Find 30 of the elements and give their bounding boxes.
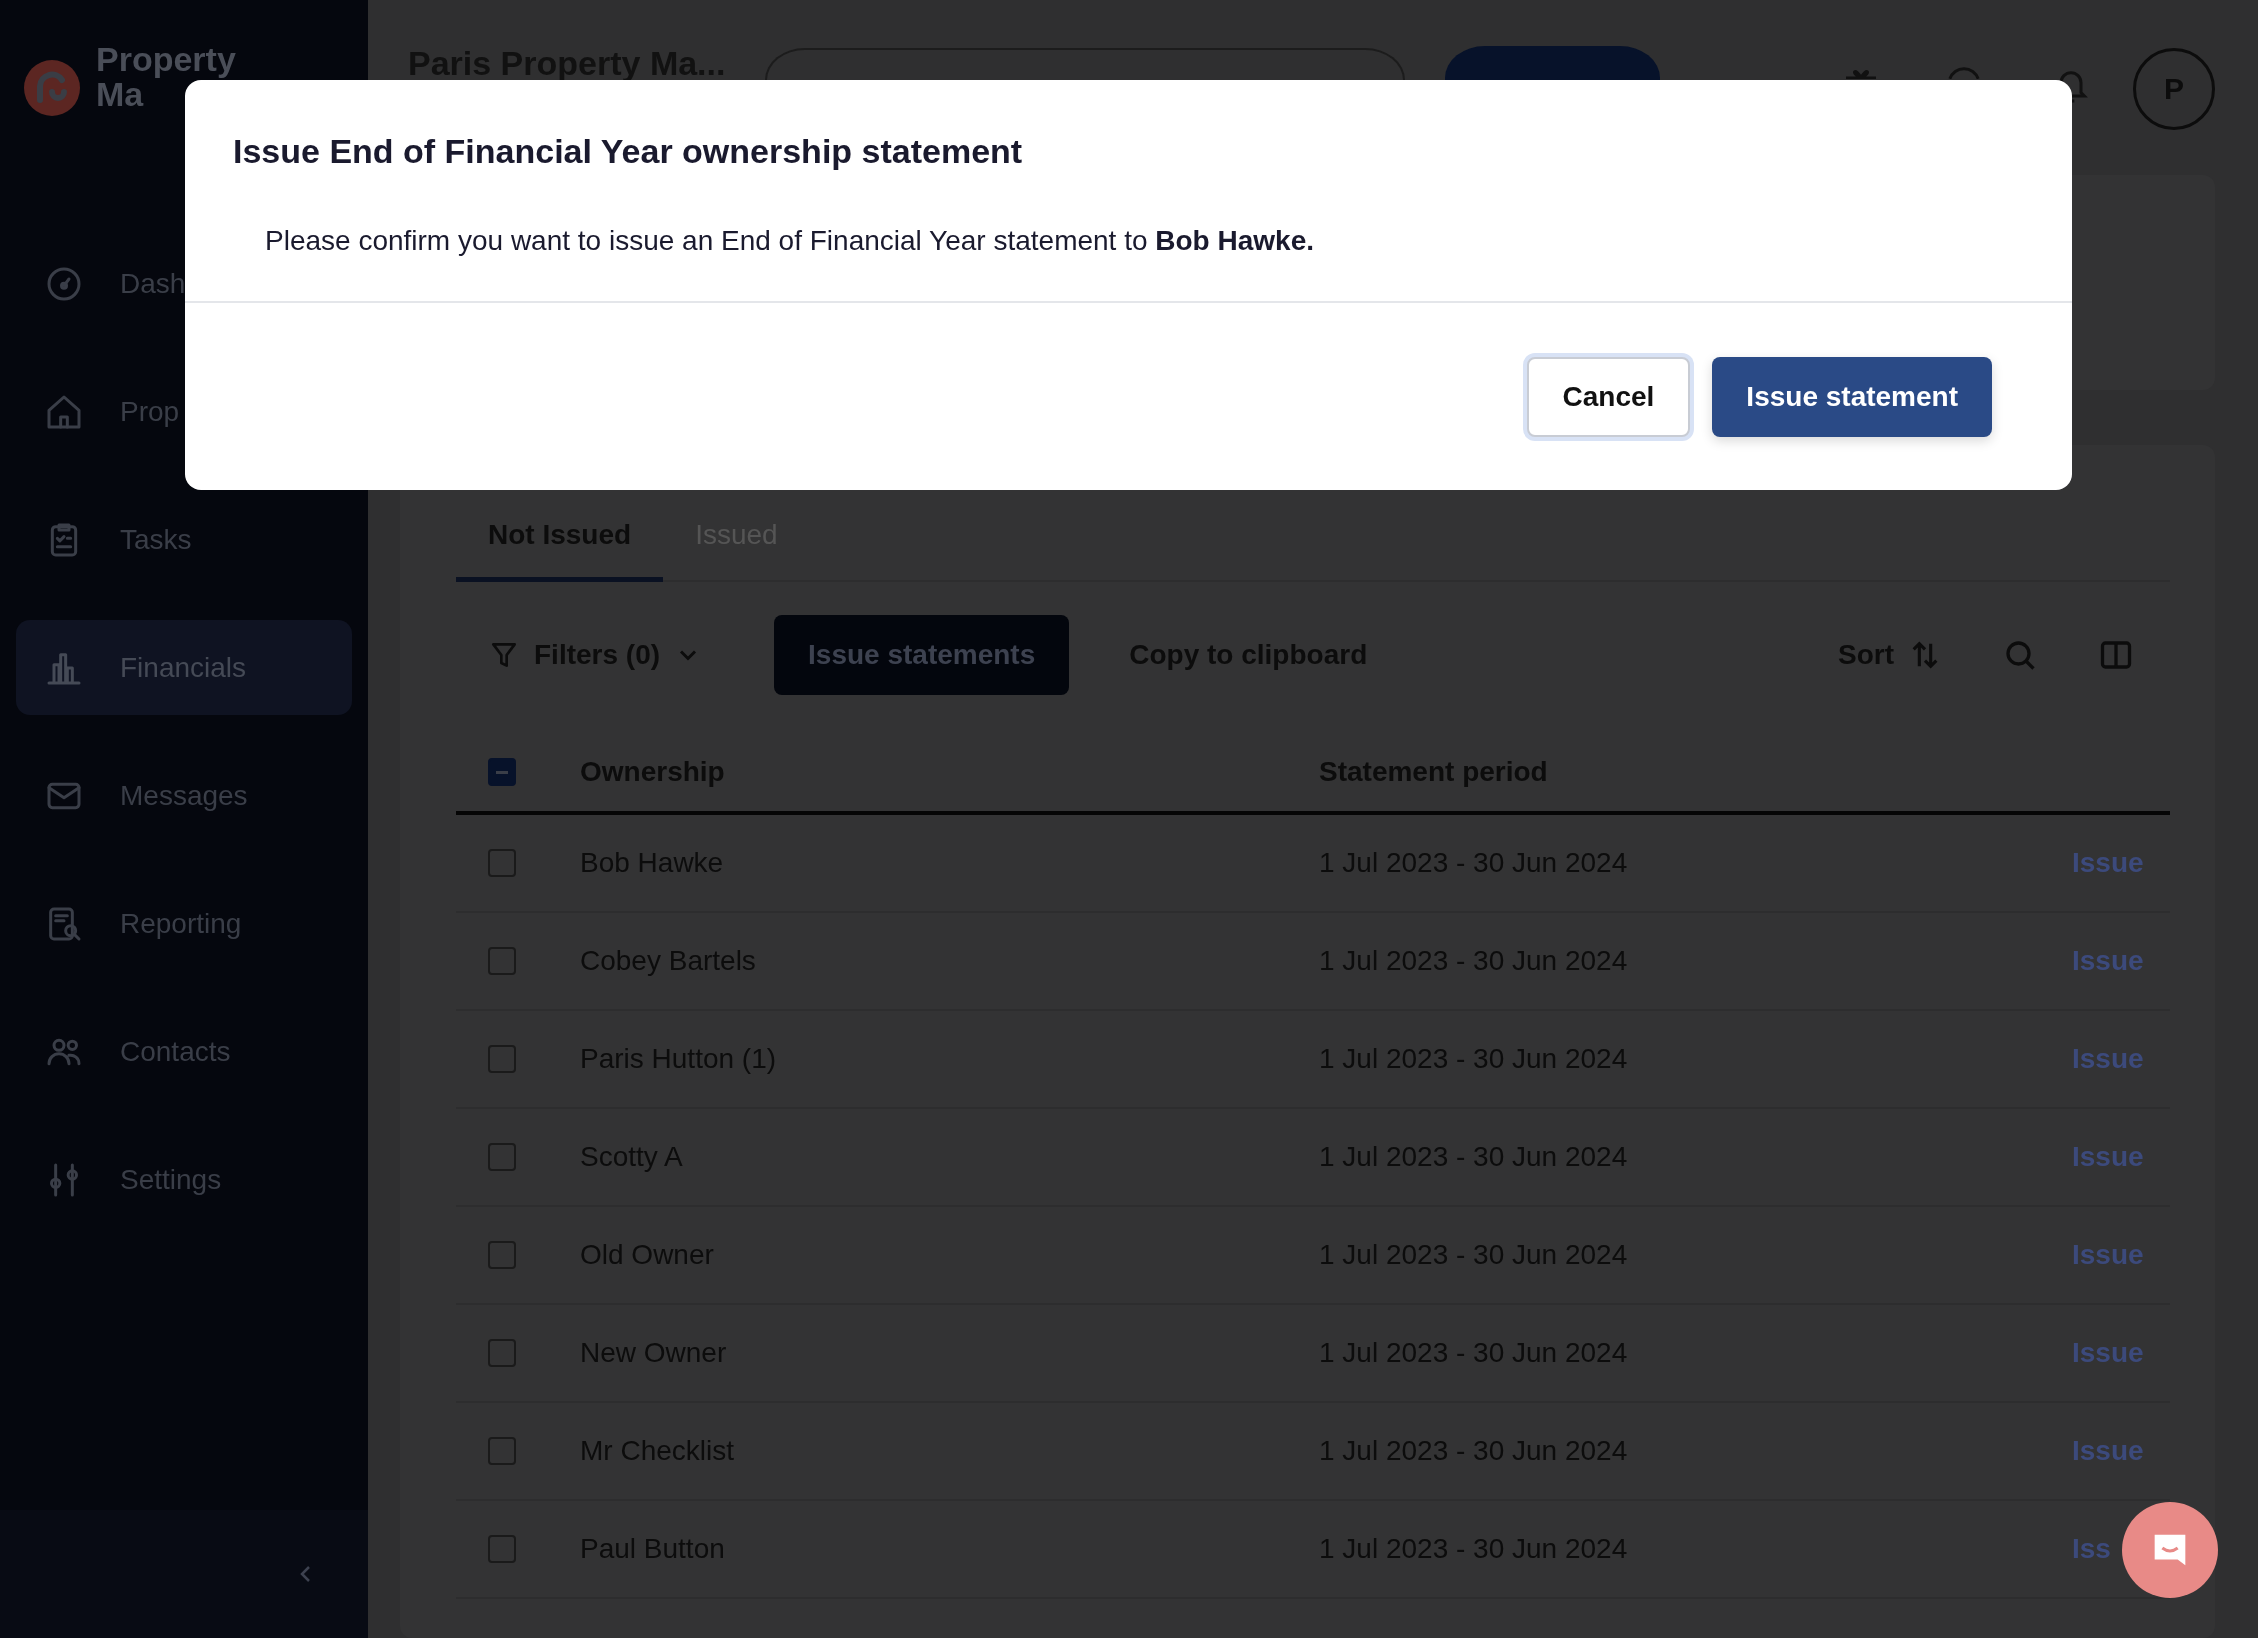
logo-text: Ma — [96, 77, 144, 112]
nav-item[interactable]: Settings — [16, 1132, 352, 1227]
issue-link[interactable]: Issue — [2072, 1435, 2144, 1466]
logo-icon — [24, 60, 80, 116]
issue-link[interactable]: Issue — [2072, 1043, 2144, 1074]
issue-link[interactable]: Issue — [2072, 945, 2144, 976]
confirm-button[interactable]: Issue statement — [1712, 356, 1992, 437]
row-checkbox[interactable] — [488, 1437, 516, 1465]
dialog-title: Issue End of Financial Year ownership statement — [233, 132, 1024, 171]
issue-link[interactable]: Issue — [2072, 1239, 2144, 1270]
row-checkbox[interactable] — [488, 1339, 516, 1367]
logo-text: Property — [96, 42, 236, 77]
nav-item[interactable]: Contacts — [16, 1004, 352, 1099]
issue-link[interactable]: Issue — [2072, 1141, 2144, 1172]
nav-item[interactable]: Messages — [16, 748, 352, 843]
row-checkbox[interactable] — [488, 1045, 516, 1073]
row-checkbox[interactable] — [488, 947, 516, 975]
row-checkbox[interactable] — [488, 1535, 516, 1563]
issue-link[interactable]: Issue — [2072, 847, 2144, 878]
nav-item[interactable]: Reporting — [16, 876, 352, 971]
row-checkbox[interactable] — [488, 1143, 516, 1171]
nav-item[interactable]: Tasks — [16, 492, 352, 587]
select-all-checkbox[interactable] — [488, 758, 516, 786]
issue-link[interactable]: Issue — [2072, 1337, 2144, 1368]
nav-item[interactable]: Prop — [16, 364, 352, 459]
row-checkbox[interactable] — [488, 1241, 516, 1269]
dialog-message: Please confirm you want to issue an End of Financial Year statement to Bob Hawke. — [265, 225, 1315, 258]
row-checkbox[interactable] — [488, 849, 516, 877]
issue-link[interactable]: Iss — [2072, 1533, 2111, 1564]
issue-statements-button[interactable]: Issue statements — [774, 615, 1070, 695]
